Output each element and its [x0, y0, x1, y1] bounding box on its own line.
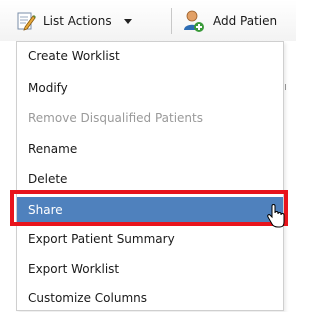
menu-item-share[interactable]: Share	[17, 197, 283, 223]
menu-item-export-worklist[interactable]: Export Worklist	[17, 256, 283, 283]
background-divider	[285, 84, 290, 90]
toolbar-separator	[171, 8, 172, 34]
list-actions-menu: Create Worklist Modify Remove Disqualifi…	[16, 41, 284, 311]
menu-item-export-patient-summary[interactable]: Export Patient Summary	[17, 226, 283, 253]
add-person-icon	[181, 9, 205, 33]
add-patient-button[interactable]: Add Patien	[181, 7, 277, 35]
list-actions-button[interactable]: List Actions	[9, 7, 140, 35]
edit-list-icon	[15, 10, 37, 32]
menu-item-remove-disqualified-patients: Remove Disqualified Patients	[28, 111, 203, 125]
menu-item-modify[interactable]: Modify	[17, 75, 283, 102]
caret-down-icon	[122, 15, 134, 27]
menu-item-rename[interactable]: Rename	[17, 136, 283, 163]
menu-item-delete[interactable]: Delete	[17, 166, 283, 193]
menu-item-create-worklist[interactable]: Create Worklist	[17, 43, 283, 70]
add-patient-label: Add Patien	[213, 14, 278, 28]
list-actions-label: List Actions	[43, 14, 112, 28]
toolbar: List Actions Add Patien	[0, 0, 296, 41]
menu-item-customize-columns[interactable]: Customize Columns	[17, 285, 283, 312]
